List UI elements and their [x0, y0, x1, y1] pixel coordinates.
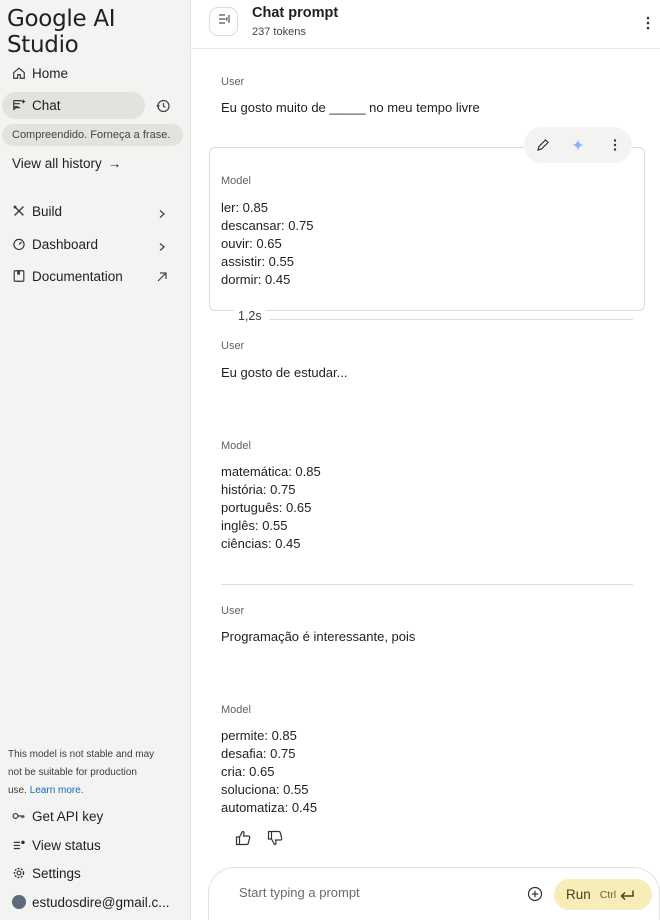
history-icon[interactable] — [154, 97, 172, 115]
sidebar-item-label: Home — [32, 65, 69, 81]
response-line: ciências: 0.45 — [221, 536, 301, 551]
sidebar-item-home[interactable]: Home — [12, 60, 68, 86]
settings-link[interactable]: Settings — [12, 860, 81, 886]
model-response[interactable]: matemática: 0.85 história: 0.75 portuguê… — [221, 463, 321, 553]
toggle-sidebar-button[interactable] — [209, 7, 238, 36]
page-title: Chat prompt — [252, 5, 339, 21]
top-bar: Chat prompt 237 tokens — [191, 0, 660, 49]
response-line: português: 0.65 — [221, 500, 312, 515]
home-icon — [12, 66, 26, 80]
response-line: ler: 0.85 — [221, 200, 268, 215]
learn-more-link[interactable]: Learn more. — [30, 785, 84, 796]
response-line: matemática: 0.85 — [221, 464, 321, 479]
view-status-link[interactable]: View status — [12, 832, 101, 858]
recent-chat-item[interactable]: Compreendido. Forneça a frase. — [2, 124, 183, 146]
view-all-history-link[interactable]: View all history → — [12, 150, 121, 176]
status-icon — [12, 838, 26, 852]
thumbs-up-icon[interactable] — [234, 829, 252, 847]
user-message[interactable]: Eu gosto de estudar... — [221, 365, 347, 380]
user-message[interactable]: Programação é interessante, pois — [221, 629, 415, 644]
build-icon — [12, 204, 26, 218]
external-link-icon — [156, 270, 168, 282]
kebab-icon[interactable] — [606, 136, 624, 154]
model-role-label: Model — [221, 440, 251, 452]
response-line: soluciona: 0.55 — [221, 782, 309, 797]
user-message[interactable]: Eu gosto muito de _____ no meu tempo liv… — [221, 100, 480, 115]
sidebar-item-label: Settings — [32, 865, 81, 881]
sidebar-item-label: Documentation — [32, 268, 123, 284]
response-line: história: 0.75 — [221, 482, 296, 497]
user-role-label: User — [221, 340, 245, 352]
model-response[interactable]: ler: 0.85 descansar: 0.75 ouvir: 0.65 as… — [221, 199, 314, 289]
response-line: inglês: 0.55 — [221, 518, 288, 533]
sidebar-item-dashboard[interactable]: Dashboard — [12, 231, 98, 257]
collapse-sidebar-icon — [217, 12, 231, 31]
response-time: 1,2s — [234, 309, 266, 323]
run-button[interactable]: Run Ctrl — [554, 879, 652, 910]
response-line: assistir: 0.55 — [221, 254, 294, 269]
message-toolbar — [524, 127, 632, 163]
arrow-right-icon: → — [107, 155, 122, 171]
sidebar-item-label: Build — [32, 203, 63, 219]
sidebar: Google AI Studio Home Chat Compreendido.… — [0, 0, 191, 920]
account-menu[interactable]: estudosdire@gmail.c... — [12, 889, 170, 915]
token-count: 237 tokens — [252, 26, 306, 38]
get-api-key-link[interactable]: Get API key — [12, 803, 103, 829]
view-all-history-label: View all history — [12, 155, 102, 171]
account-email: estudosdire@gmail.c... — [32, 894, 170, 910]
run-shortcut: Ctrl — [599, 888, 617, 901]
sidebar-item-build[interactable]: Build — [12, 198, 62, 224]
response-line: cria: 0.65 — [221, 764, 275, 779]
sidebar-item-label: Chat — [32, 97, 61, 113]
divider — [221, 584, 633, 585]
user-role-label: User — [221, 76, 245, 88]
response-line: permite: 0.85 — [221, 728, 297, 743]
response-line: automatiza: 0.45 — [221, 800, 318, 815]
chat-icon — [12, 98, 26, 112]
app-logo: Google AI Studio — [7, 6, 116, 58]
sidebar-item-documentation[interactable]: Documentation — [12, 263, 123, 289]
kebab-icon[interactable] — [643, 14, 653, 32]
response-line: descansar: 0.75 — [221, 218, 314, 233]
user-role-label: User — [221, 605, 245, 617]
prompt-input[interactable] — [239, 885, 499, 900]
avatar — [12, 895, 26, 909]
model-response[interactable]: permite: 0.85 desafia: 0.75 cria: 0.65 s… — [221, 727, 317, 817]
book-icon — [12, 269, 26, 283]
thumbs-down-icon[interactable] — [266, 829, 284, 847]
divider — [269, 319, 633, 320]
pencil-icon[interactable] — [534, 136, 552, 154]
model-role-label: Model — [221, 175, 251, 187]
chevron-right-icon[interactable] — [157, 239, 167, 251]
chevron-right-icon[interactable] — [157, 206, 167, 218]
run-label: Run — [566, 887, 591, 902]
response-line: ouvir: 0.65 — [221, 236, 282, 251]
sidebar-item-label: Dashboard — [32, 236, 99, 252]
sidebar-item-label: View status — [32, 837, 101, 853]
enter-key-icon — [619, 889, 635, 901]
response-line: dormir: 0.45 — [221, 272, 291, 287]
dashboard-icon — [12, 237, 26, 251]
sidebar-item-chat[interactable]: Chat — [12, 92, 61, 118]
gear-icon — [12, 866, 26, 880]
response-line: desafia: 0.75 — [221, 746, 296, 761]
prompt-bar: Run Ctrl — [208, 867, 660, 920]
key-icon — [12, 809, 26, 823]
add-circle-icon[interactable] — [526, 885, 544, 903]
sidebar-item-label: Get API key — [32, 808, 104, 824]
sparkle-icon[interactable] — [569, 136, 587, 154]
model-disclaimer: This model is not stable and may not be … — [8, 746, 158, 800]
model-role-label: Model — [221, 704, 251, 716]
